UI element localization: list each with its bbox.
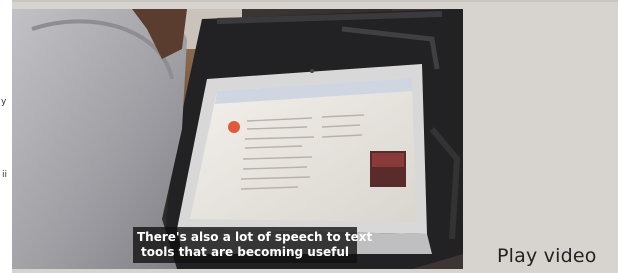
page: y ii There's also a lot of speech to tex… [0, 0, 618, 273]
top-divider [0, 0, 618, 2]
video-player[interactable]: There's also a lot of speech to text too… [12, 9, 463, 269]
caption-line: There's also a lot of speech to text [137, 230, 373, 244]
edge-text-fragment: y [1, 97, 7, 107]
caption-line: tools that are becoming useful [141, 245, 349, 259]
play-video-link[interactable]: Play video [497, 245, 597, 267]
left-edge-strip: y ii [0, 0, 12, 273]
video-caption: There's also a lot of speech to text too… [133, 227, 373, 263]
edge-text-fragment: ii [2, 170, 8, 180]
